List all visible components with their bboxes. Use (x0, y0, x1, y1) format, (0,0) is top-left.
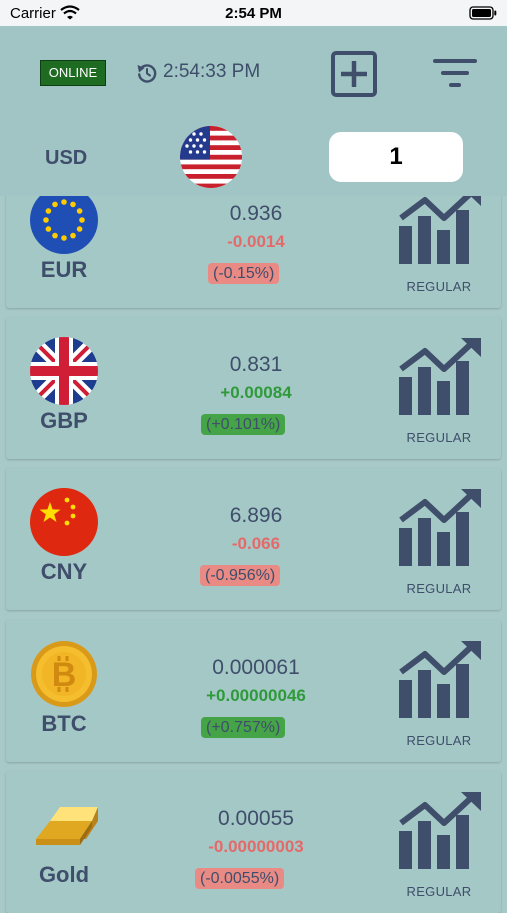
currency-code: Gold (38, 862, 90, 887)
amount-input[interactable] (329, 132, 463, 182)
market-mode-label: REGULAR (406, 581, 472, 596)
us-flag-icon[interactable] (180, 126, 242, 188)
percent-change-badge: (-0.0055%) (195, 868, 285, 889)
exchange-rate: 0.00055 (218, 807, 294, 830)
percent-change-badge: (+0.101%) (201, 414, 286, 435)
percent-change-badge: (-0.956%) (200, 565, 281, 586)
market-mode-label: REGULAR (406, 733, 472, 748)
trend-chart-icon[interactable] (397, 488, 483, 568)
currency-card-gbp[interactable]: GBP 0.831 +0.00084 (+0.101%) REGULAR (6, 317, 501, 459)
uk-flag-icon (30, 337, 98, 405)
app-header: ONLINE 2:54:33 PM USD (0, 26, 507, 196)
trend-chart-icon[interactable] (397, 791, 483, 871)
rate-change: +0.00000046 (206, 686, 306, 705)
currency-card-btc[interactable]: B BTC 0.000061 +0.00000046 (+0.757%) REG… (6, 620, 501, 762)
eu-flag-icon (30, 186, 98, 254)
market-mode-label: REGULAR (406, 430, 472, 445)
rate-change: -0.00000003 (208, 837, 304, 856)
exchange-rate: 0.936 (229, 202, 283, 225)
exchange-rate: 6.896 (229, 504, 283, 527)
gold-bar-icon (36, 807, 98, 845)
svg-text:B: B (52, 656, 77, 694)
refresh-icon[interactable] (136, 62, 158, 84)
rate-change: -0.0014 (227, 232, 285, 251)
currency-card-cny[interactable]: CNY 6.896 -0.066 (-0.956%) REGULAR (6, 468, 501, 610)
filter-button[interactable] (430, 54, 480, 94)
trend-chart-icon[interactable] (397, 186, 483, 266)
trend-chart-icon[interactable] (397, 640, 483, 720)
currency-code: CNY (40, 559, 88, 584)
currency-card-gold[interactable]: Gold 0.00055 -0.00000003 (-0.0055%) REGU… (6, 771, 501, 913)
currency-code: EUR (40, 257, 88, 282)
percent-change-badge: (-0.15%) (208, 263, 280, 284)
trend-chart-icon[interactable] (397, 337, 483, 417)
rate-change: -0.066 (231, 534, 281, 553)
base-currency-code[interactable]: USD (45, 147, 87, 170)
china-flag-icon (30, 488, 98, 556)
rate-change: +0.00084 (220, 383, 292, 402)
exchange-rate: 0.831 (229, 353, 283, 376)
bitcoin-icon: B (31, 641, 97, 707)
market-mode-label: REGULAR (406, 884, 472, 899)
currency-code: GBP (40, 408, 88, 433)
connection-status-badge: ONLINE (40, 60, 106, 86)
currency-code: BTC (41, 711, 87, 736)
last-updated-time: 2:54:33 PM (163, 61, 261, 82)
percent-change-badge: (+0.757%) (201, 717, 286, 738)
market-mode-label: REGULAR (406, 279, 472, 294)
add-currency-button[interactable] (330, 50, 378, 98)
exchange-rate: 0.000061 (212, 656, 300, 679)
